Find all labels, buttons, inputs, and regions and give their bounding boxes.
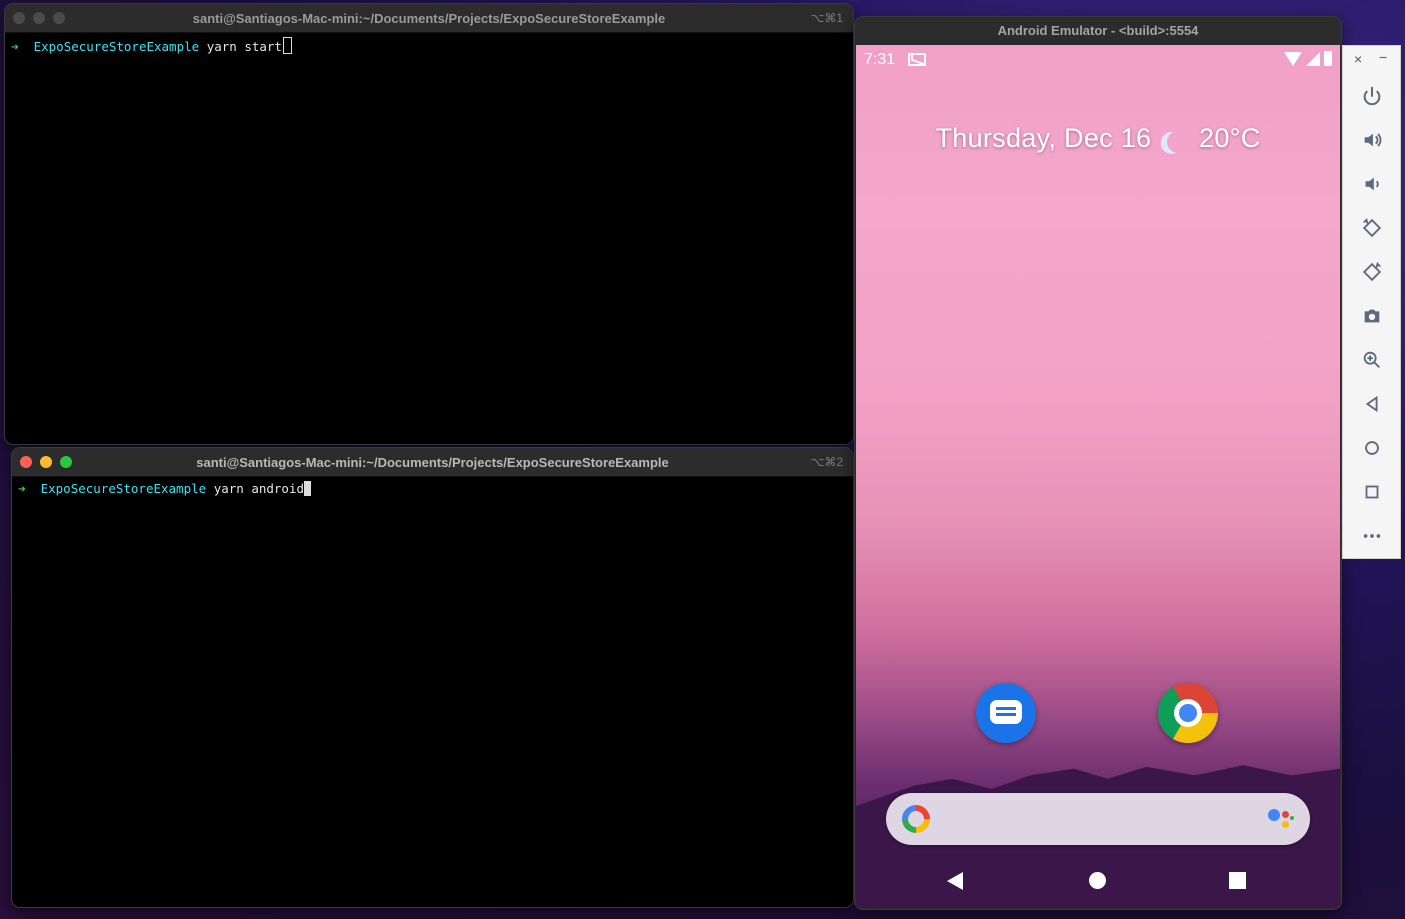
terminal-window-1[interactable]: santi@Santiagos-Mac-mini:~/Documents/Pro… bbox=[5, 4, 853, 444]
message-bubble-icon bbox=[990, 700, 1022, 724]
chrome-core bbox=[1179, 704, 1197, 722]
toolbar-minimize-icon[interactable]: − bbox=[1379, 49, 1387, 65]
gmail-notification-icon bbox=[908, 53, 926, 66]
back-button[interactable] bbox=[1343, 382, 1400, 426]
device-screen[interactable]: 7:31 Thursday, Dec 16 20°C bbox=[856, 45, 1340, 908]
messages-app-icon[interactable] bbox=[976, 683, 1036, 743]
volume-up-button[interactable] bbox=[1343, 118, 1400, 162]
screenshot-button[interactable] bbox=[1343, 294, 1400, 338]
maximize-button[interactable] bbox=[53, 12, 65, 24]
zoom-button[interactable] bbox=[1343, 338, 1400, 382]
rotate-right-icon bbox=[1362, 261, 1381, 282]
temperature: 20°C bbox=[1199, 123, 1261, 153]
navigation-bar bbox=[856, 852, 1340, 908]
window-shortcut: ⌥⌘2 bbox=[810, 455, 843, 469]
terminal-2-content[interactable]: ➜ ExpoSecureStoreExample yarn android bbox=[12, 477, 853, 501]
chrome-app-icon[interactable] bbox=[1158, 683, 1218, 743]
more-dots-icon bbox=[1363, 534, 1380, 538]
more-button[interactable] bbox=[1343, 514, 1400, 558]
status-time: 7:31 bbox=[864, 51, 896, 68]
nav-home-icon[interactable] bbox=[1089, 872, 1106, 889]
prompt-directory: ExpoSecureStoreExample bbox=[33, 39, 200, 54]
battery-icon bbox=[1324, 51, 1332, 66]
rotate-left-button[interactable] bbox=[1343, 206, 1400, 250]
command-text: yarn start bbox=[199, 39, 282, 54]
google-g-icon bbox=[902, 805, 930, 833]
home-button[interactable] bbox=[1343, 426, 1400, 470]
rotate-left-icon bbox=[1362, 217, 1381, 238]
rotate-right-button[interactable] bbox=[1343, 250, 1400, 294]
maximize-button[interactable] bbox=[60, 456, 72, 468]
emulator-toolbar: × − bbox=[1342, 45, 1401, 559]
power-icon bbox=[1363, 86, 1380, 106]
close-button[interactable] bbox=[13, 12, 25, 24]
volume-down-icon bbox=[1365, 177, 1379, 191]
android-emulator-window[interactable]: Android Emulator - <build>:5554 7:31 Thu… bbox=[855, 17, 1341, 909]
minimize-button[interactable] bbox=[33, 12, 45, 24]
camera-icon bbox=[1364, 309, 1379, 323]
back-triangle-icon bbox=[1365, 395, 1377, 413]
terminal-1-titlebar[interactable]: santi@Santiagos-Mac-mini:~/Documents/Pro… bbox=[5, 4, 853, 33]
power-button[interactable] bbox=[1343, 74, 1400, 118]
window-controls bbox=[20, 456, 72, 468]
window-title: santi@Santiagos-Mac-mini:~/Documents/Pro… bbox=[196, 454, 669, 470]
google-assistant-icon[interactable] bbox=[1268, 807, 1294, 831]
nav-back-icon[interactable] bbox=[947, 872, 963, 890]
close-button[interactable] bbox=[20, 456, 32, 468]
prompt-arrow: ➜ bbox=[11, 39, 19, 54]
volume-down-button[interactable] bbox=[1343, 162, 1400, 206]
prompt-arrow: ➜ bbox=[18, 481, 26, 496]
moon-icon bbox=[1165, 129, 1190, 154]
minimize-button[interactable] bbox=[40, 456, 52, 468]
terminal-2-titlebar[interactable]: santi@Santiagos-Mac-mini:~/Documents/Pro… bbox=[12, 448, 853, 477]
signal-icon bbox=[1306, 51, 1320, 66]
google-search-bar[interactable] bbox=[886, 793, 1310, 845]
home-circle-icon bbox=[1364, 441, 1379, 455]
status-icons bbox=[1284, 51, 1332, 66]
nav-recents-icon[interactable] bbox=[1229, 872, 1246, 889]
window-title: Android Emulator - <build>:5554 bbox=[997, 23, 1199, 38]
window-shortcut: ⌥⌘1 bbox=[810, 11, 843, 25]
text-cursor bbox=[304, 481, 312, 496]
overview-button[interactable] bbox=[1343, 470, 1400, 514]
terminal-1-content[interactable]: ➜ ExpoSecureStoreExample yarn start bbox=[5, 33, 853, 59]
emulator-titlebar[interactable]: Android Emulator - <build>:5554 bbox=[855, 17, 1341, 44]
window-controls bbox=[13, 12, 65, 24]
at-a-glance-widget[interactable]: Thursday, Dec 16 20°C bbox=[856, 123, 1340, 154]
window-title: santi@Santiagos-Mac-mini:~/Documents/Pro… bbox=[192, 10, 666, 26]
command-text: yarn android bbox=[206, 481, 305, 496]
status-bar[interactable]: 7:31 bbox=[864, 51, 1332, 73]
volume-up-icon bbox=[1364, 133, 1381, 147]
text-cursor bbox=[282, 37, 292, 54]
date-text: Thursday, Dec 16 bbox=[935, 123, 1152, 153]
wifi-icon bbox=[1284, 51, 1302, 66]
terminal-window-2[interactable]: santi@Santiagos-Mac-mini:~/Documents/Pro… bbox=[12, 448, 853, 907]
prompt-directory: ExpoSecureStoreExample bbox=[40, 481, 207, 496]
zoom-icon bbox=[1363, 351, 1380, 368]
toolbar-close-icon[interactable]: × bbox=[1354, 51, 1362, 67]
overview-square-icon bbox=[1365, 485, 1378, 499]
